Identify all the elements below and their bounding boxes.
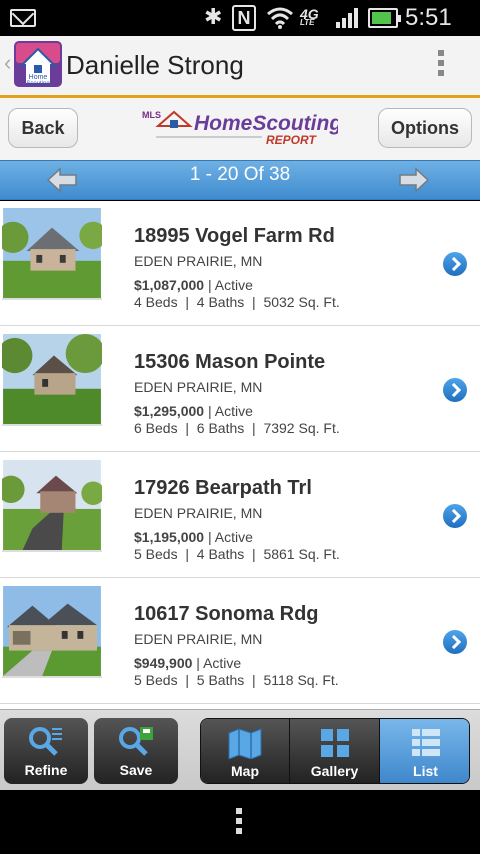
nfc-icon: N <box>232 5 256 31</box>
page-title: Danielle Strong <box>66 50 244 80</box>
listing-status: Active <box>214 277 253 293</box>
listing-address: 15306 Mason Pointe <box>134 351 326 373</box>
homescouting-report-logo: MLS HomeScouting REPORT <box>142 110 338 147</box>
listing-row[interactable]: 18995 Vogel Farm Rd EDEN PRAIRIE, MN $1,… <box>0 201 480 326</box>
logo-mls-text: MLS <box>142 110 161 120</box>
app-logo-text-2: Scouting <box>26 81 49 87</box>
view-switcher: Map Gallery List <box>200 718 470 784</box>
listing-city: EDEN PRAIRIE, MN <box>134 631 263 647</box>
battery-icon <box>368 8 401 28</box>
gallery-label: Gallery <box>310 763 359 779</box>
map-label: Map <box>231 763 259 779</box>
listing-price-line: $1,087,000 | Active <box>134 277 253 293</box>
house-photo <box>2 208 102 300</box>
listing-price-line: $949,900 | Active <box>134 655 242 671</box>
listing-price-line: $1,195,000 | Active <box>134 529 253 545</box>
listing-row[interactable]: 15306 Mason Pointe EDEN PRAIRIE, MN $1,2… <box>0 327 480 452</box>
save-button[interactable]: Save <box>94 718 178 784</box>
listing-price: $1,195,000 <box>134 529 205 545</box>
list-label: List <box>413 763 438 779</box>
save-label: Save <box>119 762 153 778</box>
nav-header: Back MLS HomeScouting REPORT Options <box>0 98 480 160</box>
listing-specs: 4 Beds | 4 Baths | 5032 Sq. Ft. <box>134 294 340 310</box>
signal-icon <box>336 8 358 28</box>
refine-label: Refine <box>24 762 68 778</box>
house-photo <box>2 586 102 678</box>
listing-price-line: $1,295,000 | Active <box>134 403 253 419</box>
listing-list: 18995 Vogel Farm Rd EDEN PRAIRIE, MN $1,… <box>0 201 480 709</box>
app-logo-icon[interactable]: Home Scouting <box>14 41 62 87</box>
bluetooth-icon: ✱ <box>204 4 223 29</box>
chevron-right-icon[interactable] <box>443 630 467 654</box>
listing-price: $1,295,000 <box>134 403 205 419</box>
app-logo-text-1: Home <box>29 74 48 81</box>
back-button[interactable]: Back <box>8 108 78 148</box>
system-nav-bar <box>0 790 480 854</box>
menu-dots-icon[interactable] <box>236 808 243 838</box>
search-save-icon <box>119 727 153 756</box>
logo-brand-text: HomeScouting <box>194 112 338 135</box>
up-caret-icon[interactable]: ‹ <box>4 50 11 76</box>
overflow-menu-icon[interactable] <box>438 50 446 80</box>
house-photo <box>2 334 102 426</box>
wifi-icon <box>267 7 293 29</box>
search-refine-icon <box>29 727 62 756</box>
options-button[interactable]: Options <box>378 108 472 148</box>
map-icon <box>228 728 262 759</box>
gallery-view-button[interactable]: Gallery <box>290 719 380 783</box>
logo-sub-text: REPORT <box>266 133 317 147</box>
listing-price: $949,900 <box>134 655 193 671</box>
battery-level <box>372 12 391 24</box>
listing-address: 18995 Vogel Farm Rd <box>134 225 335 247</box>
listing-specs: 5 Beds | 5 Baths | 5118 Sq. Ft. <box>134 672 339 688</box>
mail-icon <box>10 9 36 27</box>
list-view-button[interactable]: List <box>380 719 469 783</box>
refine-button[interactable]: Refine <box>4 718 88 784</box>
chevron-right-icon[interactable] <box>443 504 467 528</box>
house-photo <box>2 460 102 552</box>
listing-status: Active <box>214 403 253 419</box>
chevron-right-icon[interactable] <box>443 252 467 276</box>
listing-row[interactable]: 10617 Sonoma Rdg EDEN PRAIRIE, MN $949,9… <box>0 579 480 704</box>
status-bar: ✱ N 4GLTE 5:51 PM <box>0 0 480 57</box>
action-bar: ‹ Home Scouting Danielle Strong <box>0 36 480 98</box>
listing-address: 10617 Sonoma Rdg <box>134 603 319 625</box>
next-page-arrow-icon[interactable] <box>398 165 430 195</box>
listing-city: EDEN PRAIRIE, MN <box>134 253 263 269</box>
listing-specs: 5 Beds | 4 Baths | 5861 Sq. Ft. <box>134 546 340 562</box>
listing-city: EDEN PRAIRIE, MN <box>134 505 263 521</box>
clock-time: 5:51 <box>405 4 452 31</box>
lte-icon: 4G LTE <box>300 6 319 27</box>
map-view-button[interactable]: Map <box>201 719 290 783</box>
pagination-bar: 1 - 20 Of 38 <box>0 160 480 200</box>
list-icon <box>411 729 440 756</box>
listing-row[interactable]: 17926 Bearpath Trl EDEN PRAIRIE, MN $1,1… <box>0 453 480 578</box>
listing-status: Active <box>203 655 242 671</box>
listing-specs: 6 Beds | 6 Baths | 7392 Sq. Ft. <box>134 420 340 436</box>
chevron-right-icon[interactable] <box>443 378 467 402</box>
listing-address: 17926 Bearpath Trl <box>134 477 312 499</box>
listing-city: EDEN PRAIRIE, MN <box>134 379 263 395</box>
listing-price: $1,087,000 <box>134 277 205 293</box>
gallery-grid-icon <box>320 729 349 757</box>
bottom-toolbar: Refine Save Map Gallery List <box>0 709 480 790</box>
listing-status: Active <box>214 529 253 545</box>
